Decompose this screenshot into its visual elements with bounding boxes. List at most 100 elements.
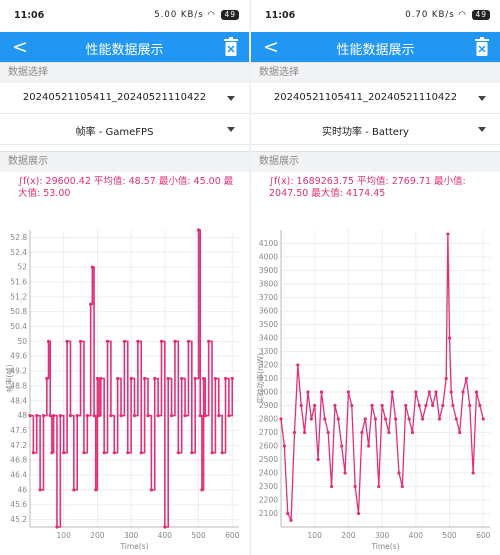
- data-point: [143, 376, 147, 381]
- page-title: 性能数据展示: [336, 43, 415, 58]
- x-tick-label: 400: [409, 531, 424, 540]
- y-tick-label: 3700: [259, 293, 278, 302]
- x-tick-label: 200: [90, 531, 105, 540]
- y-tick-label: 50: [17, 337, 27, 346]
- data-point: [203, 414, 207, 418]
- data-point: [390, 390, 394, 394]
- data-point: [102, 451, 106, 455]
- data-point: [431, 403, 435, 408]
- data-point: [427, 390, 431, 394]
- left-screen: 11:06 5.00 KB/s ◠ 49 < 性能数据展示 数据选择 20240…: [0, 0, 249, 555]
- data-point: [227, 414, 231, 418]
- data-point: [38, 488, 42, 492]
- data-point: [346, 390, 351, 394]
- trash-icon[interactable]: [223, 37, 239, 57]
- data-point: [446, 232, 450, 236]
- data-point: [289, 518, 293, 522]
- trash-icon[interactable]: [474, 37, 490, 57]
- data-point: [85, 414, 89, 418]
- x-axis-title: Time(s): [119, 542, 148, 551]
- y-tick-label: 2500: [259, 455, 278, 464]
- data-point: [41, 414, 46, 418]
- data-point: [90, 265, 94, 269]
- metric-dropdown[interactable]: 实时功率 - Battery: [251, 114, 500, 145]
- chart-container: 2100 2200 2300 2400 2500 2600 2700 2800 2900 3000…: [251, 222, 500, 555]
- data-point: [156, 414, 160, 418]
- data-point: [286, 511, 290, 516]
- chart-container: 45.2 45.6 46 46.4 46.8 47.2 47.6 48 48.4 48.8 49.2…: [0, 222, 249, 555]
- data-point: [105, 339, 110, 343]
- metric-dropdown[interactable]: 帧率 - GameFPS: [0, 114, 249, 145]
- status-icons: 0.70 KB/s ◠ 49: [405, 10, 490, 20]
- data-point: [451, 403, 455, 408]
- data-point: [383, 417, 388, 421]
- y-tick-label: 46.8: [10, 456, 27, 465]
- data-point: [360, 430, 364, 435]
- x-tick-label: 200: [341, 531, 356, 540]
- data-point: [397, 471, 401, 475]
- x-tick-label: 500: [442, 531, 457, 540]
- y-tick-label: 50.4: [10, 322, 27, 331]
- y-tick-label: 3600: [259, 307, 278, 316]
- x-tick-label: 100: [308, 531, 323, 540]
- data-point: [35, 414, 39, 418]
- data-point: [407, 417, 411, 421]
- data-point: [55, 525, 59, 529]
- session-dropdown[interactable]: 20240521105411_20240521110422: [0, 83, 249, 114]
- data-point: [129, 376, 133, 381]
- section-data-display: 数据展示: [251, 151, 500, 172]
- data-point: [434, 390, 438, 394]
- data-point: [153, 376, 157, 381]
- section-data-select: 数据选择: [251, 62, 500, 83]
- y-tick-label: 2700: [259, 428, 278, 437]
- data-point: [230, 376, 234, 381]
- data-point: [336, 417, 340, 421]
- session-dropdown[interactable]: 20240521105411_20240521110422: [251, 83, 500, 114]
- y-tick-label: 3900: [259, 266, 278, 275]
- fps-chart[interactable]: 45.245.64646.446.847.247.64848.448.849.2…: [0, 222, 249, 555]
- data-point: [316, 457, 320, 462]
- data-point: [377, 484, 381, 489]
- right-screen: 11:06 0.70 KB/s ◠ 49 < 性能数据展示 数据选择 20240…: [251, 0, 500, 555]
- data-point: [306, 390, 310, 394]
- data-point: [326, 430, 330, 435]
- y-tick-label: 2600: [259, 442, 278, 451]
- data-point: [92, 414, 96, 418]
- y-tick-label: 51.6: [10, 277, 27, 286]
- y-tick-label: 45.6: [10, 500, 27, 509]
- y-tick-label: 2800: [259, 415, 278, 424]
- data-point: [373, 417, 377, 421]
- data-point: [340, 444, 344, 448]
- section-data-display: 数据展示: [0, 151, 249, 172]
- data-point: [387, 430, 391, 435]
- data-point: [481, 417, 485, 421]
- data-point: [468, 403, 472, 408]
- data-point: [223, 376, 228, 381]
- y-tick-label: 51.2: [10, 292, 27, 301]
- data-point: [116, 376, 120, 381]
- data-point: [149, 488, 153, 492]
- x-tick-label: 300: [124, 531, 139, 540]
- data-point: [454, 417, 458, 421]
- data-point: [299, 403, 303, 408]
- app-bar: < 性能数据展示: [251, 32, 500, 62]
- battery-icon: 49: [221, 10, 239, 20]
- dropdown-arrow-icon: [478, 127, 486, 132]
- y-tick-label: 52: [17, 263, 27, 272]
- data-point: [461, 390, 465, 394]
- data-point: [350, 403, 354, 408]
- data-point: [122, 339, 126, 343]
- data-point: [449, 390, 453, 394]
- dropdown-arrow-icon: [478, 96, 486, 101]
- y-tick-label: 50.8: [10, 307, 27, 316]
- data-point: [65, 339, 69, 343]
- power-chart[interactable]: 2100220023002400250026002700280029003000…: [251, 222, 500, 555]
- data-point: [78, 339, 83, 343]
- data-point: [173, 339, 177, 343]
- data-point: [444, 376, 448, 381]
- data-point: [146, 414, 150, 418]
- data-point: [139, 451, 143, 455]
- x-tick-label: 300: [375, 531, 390, 540]
- data-point: [420, 417, 425, 421]
- status-icons: 5.00 KB/s ◠ 49: [154, 10, 239, 20]
